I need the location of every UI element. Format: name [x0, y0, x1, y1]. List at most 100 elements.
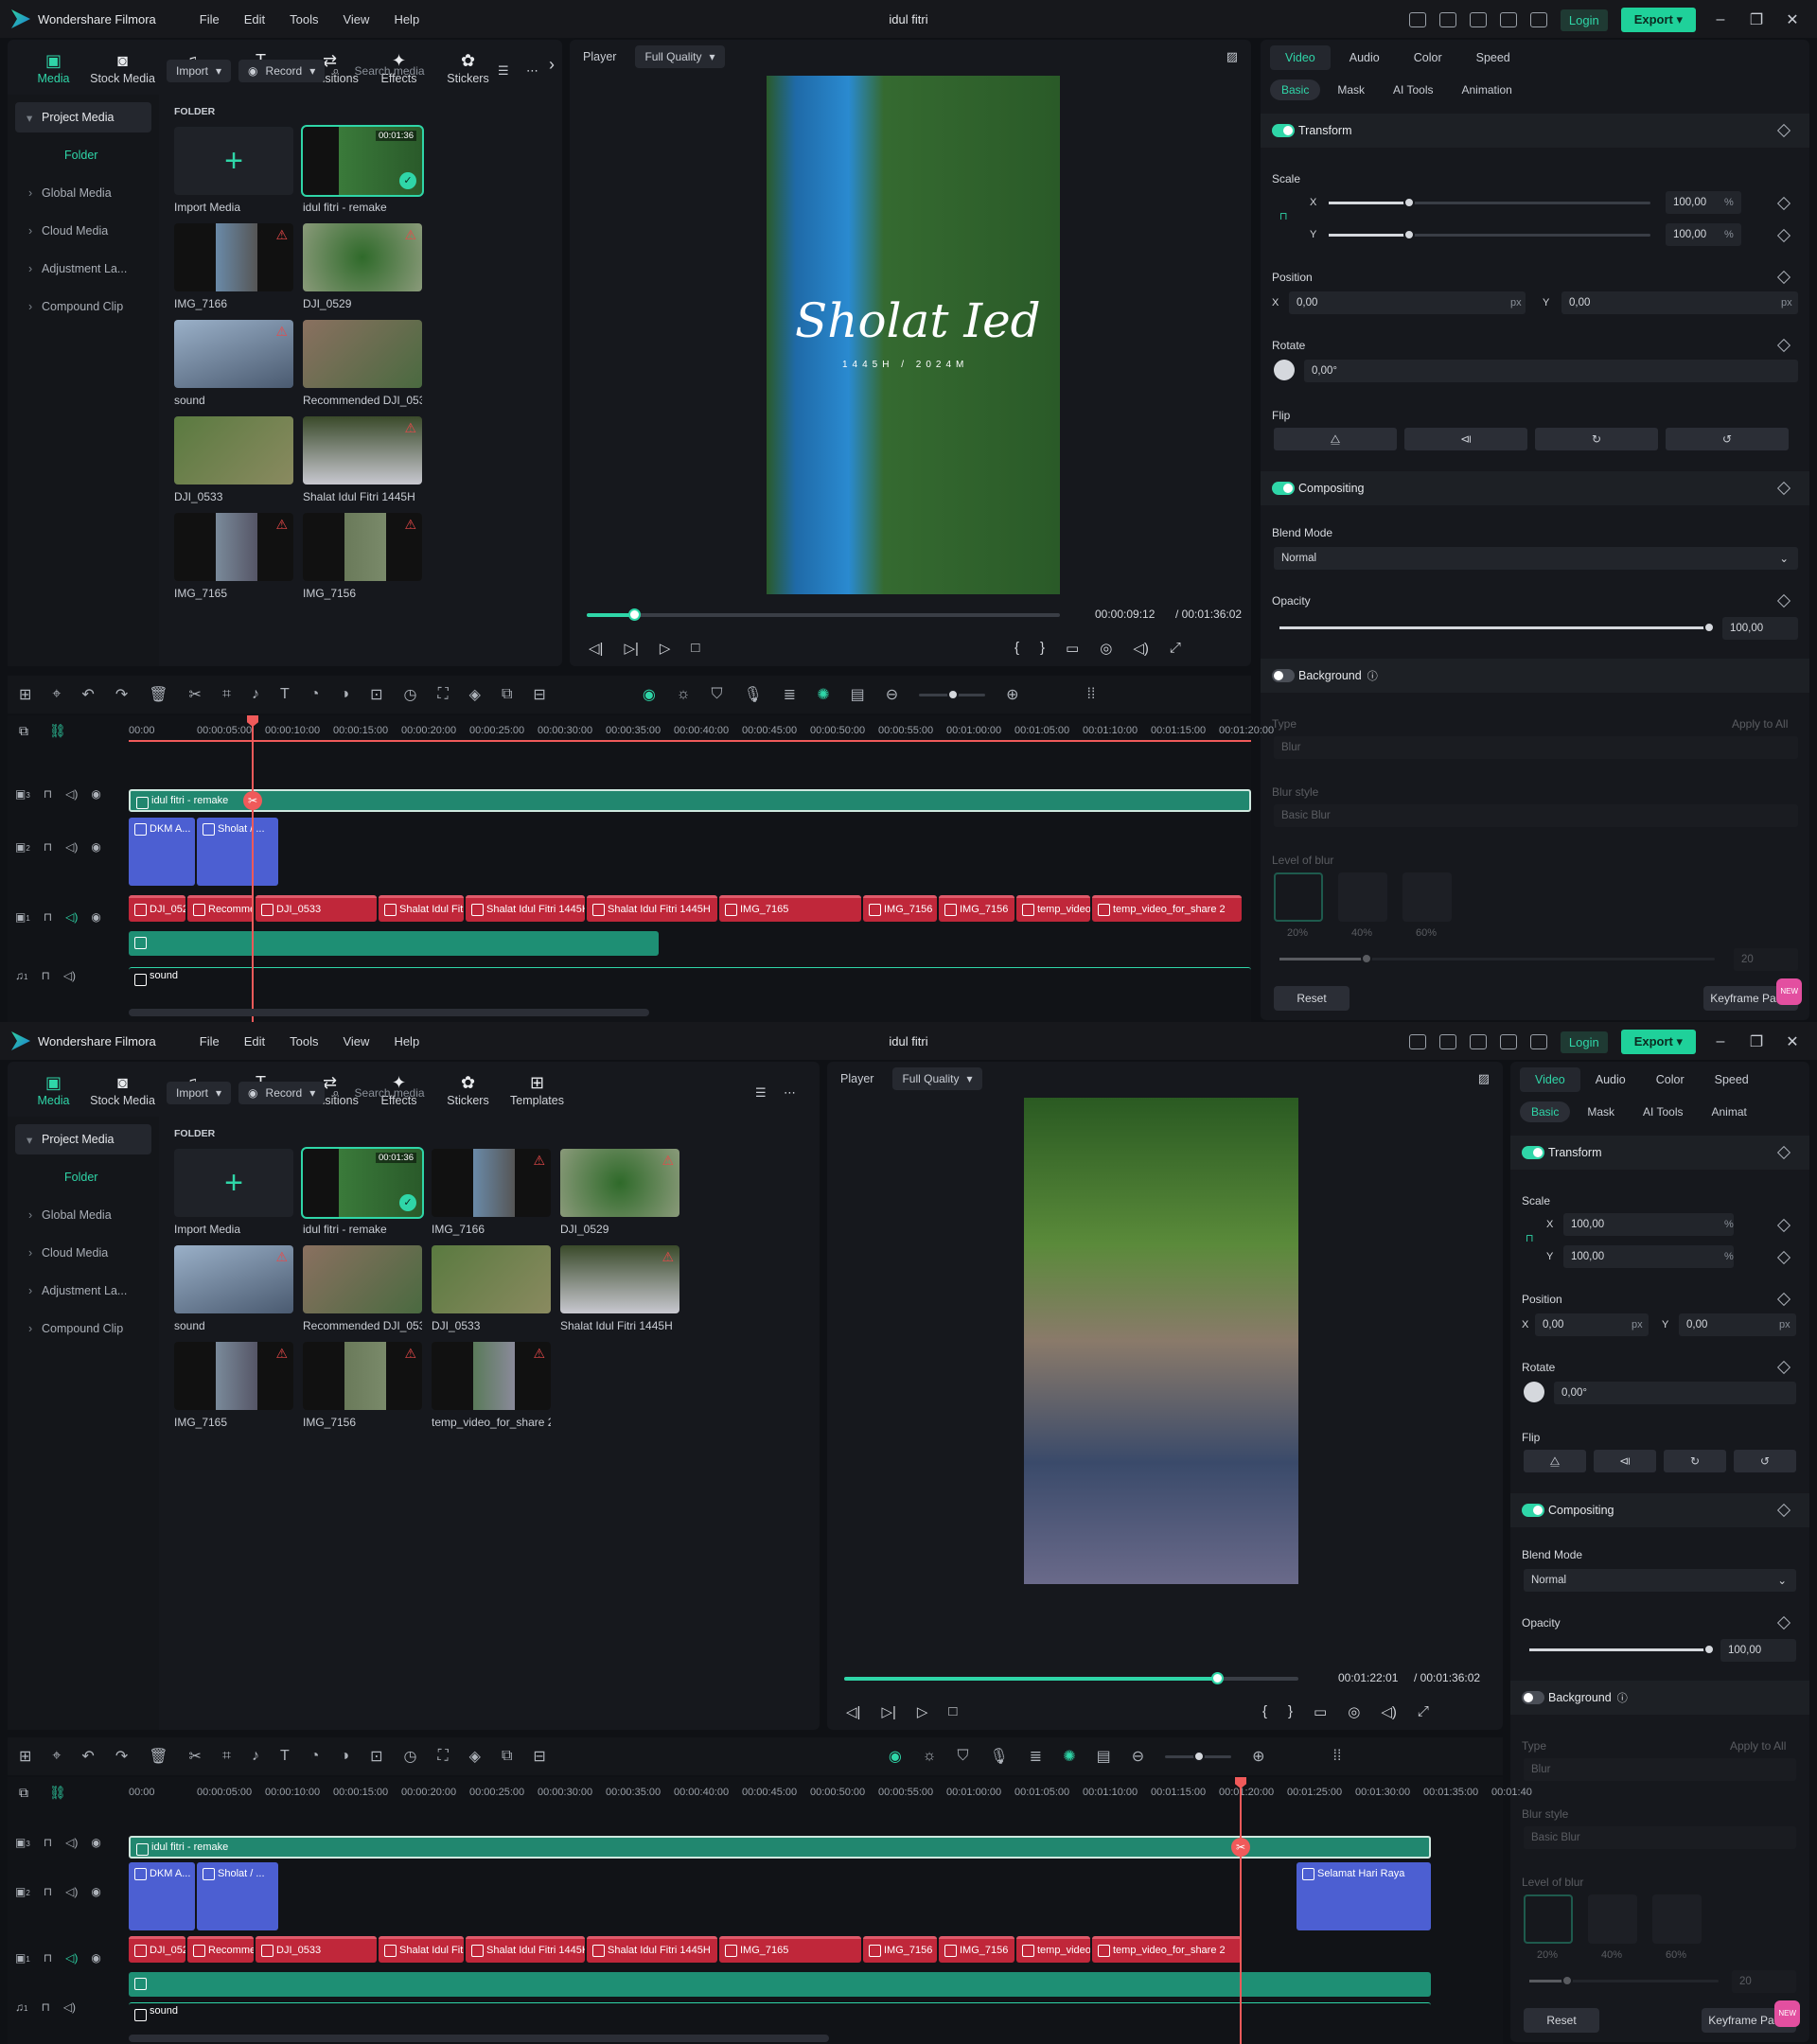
snap-icon[interactable]: ✺ [817, 685, 829, 704]
sidebar-item-compound-clip[interactable]: Compound Clip [8, 1310, 159, 1348]
quality-dropdown[interactable]: Full Quality ▾ [892, 1067, 982, 1090]
fullscreen-icon[interactable]: ⤢ [1418, 1703, 1429, 1720]
camera-icon[interactable]: ◎ [1100, 640, 1112, 657]
rotate-input[interactable]: 0,00° [1304, 360, 1798, 382]
zoom-out-icon[interactable]: ⊖ [886, 685, 898, 704]
volume-icon[interactable]: ◁) [1381, 1703, 1397, 1720]
subtab-basic[interactable]: Basic [1520, 1101, 1571, 1122]
playhead[interactable]: ✂ [243, 715, 262, 1022]
support-icon[interactable] [1499, 1034, 1517, 1049]
tab-media[interactable]: ▣ Media [19, 49, 88, 85]
select-tool-icon[interactable]: ⌖ [52, 686, 61, 703]
playhead-split-icon[interactable]: ✂ [243, 791, 262, 810]
sidebar-item-folder[interactable]: Folder [8, 136, 159, 174]
crop-icon[interactable]: ⌗ [222, 686, 231, 703]
keyframe-diamond-icon[interactable] [1776, 196, 1791, 211]
opacity-slider[interactable] [1279, 622, 1715, 633]
snapshot-view-icon[interactable]: ▨ [1478, 1071, 1490, 1086]
stabilize-icon[interactable]: ⊡ [370, 1747, 382, 1766]
import-dropdown[interactable]: Import ▾ [167, 60, 232, 82]
sidebar-item-project-media[interactable]: Project Media [15, 102, 151, 132]
media-item-recommended-dji-0538[interactable]: Recommended DJI_0538 [303, 320, 422, 407]
sidebar-item-adjustment-layer[interactable]: Adjustment La... [8, 250, 159, 288]
type-select[interactable]: Blur [1274, 736, 1798, 759]
redo-icon[interactable]: ↷ [115, 685, 128, 704]
clip-title-sholat[interactable]: Sholat / ... [197, 1862, 278, 1930]
sidebar-item-cloud-media[interactable]: Cloud Media [8, 212, 159, 250]
audio-edit-icon[interactable]: ♪ [252, 1748, 259, 1765]
fullscreen-icon[interactable]: ⤢ [1170, 640, 1181, 657]
slider-handle[interactable] [1193, 1750, 1206, 1762]
blur-level-slider[interactable] [1529, 1975, 1719, 1986]
layout-grid-icon[interactable]: ⊞ [19, 685, 31, 704]
split-icon[interactable]: ✂ [189, 1747, 202, 1766]
snapshot-view-icon[interactable]: ▨ [1226, 49, 1238, 64]
speaker-icon[interactable]: ◁) [65, 1885, 78, 1898]
close-icon[interactable]: ✕ [1781, 1032, 1804, 1051]
tab-stock-media[interactable]: ◙ Stock Media [88, 1071, 157, 1107]
position-x-input[interactable]: 0,00 [1289, 291, 1526, 314]
close-icon[interactable]: ✕ [1781, 10, 1804, 29]
sidebar-item-compound-clip[interactable]: Compound Clip [8, 288, 159, 326]
record-dropdown[interactable]: ◉ Record ▾ [238, 60, 326, 82]
speaker-icon[interactable]: ◁) [63, 969, 76, 982]
prev-frame-icon[interactable]: ◁| [846, 1703, 860, 1720]
opacity-input[interactable]: 100,00 [1720, 1639, 1796, 1662]
subtab-ai-tools[interactable]: AI Tools [1382, 79, 1444, 100]
subtitle-icon[interactable]: ▤ [1097, 1747, 1111, 1766]
media-item-idul-fitri-remake[interactable]: 00:01:36 ✓ idul fitri - remake [301, 125, 424, 214]
blur-level-60[interactable] [1652, 1894, 1702, 1944]
clip-video-track-1[interactable]: Shalat Idul Fitri 1445H [466, 895, 585, 922]
blur-level-40[interactable] [1588, 1894, 1637, 1944]
audio-edit-icon[interactable]: ♪ [252, 686, 259, 703]
scale-y-input[interactable]: 100,00 [1563, 1245, 1734, 1268]
flip-vertical-button[interactable]: ⧏ [1404, 428, 1527, 450]
mark-out-icon[interactable]: } [1040, 640, 1045, 657]
save-icon[interactable] [1438, 12, 1456, 27]
speaker-icon[interactable]: ◁) [65, 910, 78, 924]
speaker-icon[interactable]: ◁) [63, 2000, 76, 2014]
sun-icon[interactable]: ☼ [923, 1748, 937, 1765]
help-icon[interactable]: ⓘ [1617, 1690, 1628, 1705]
slider-handle[interactable] [947, 688, 960, 700]
subtab-animation[interactable]: Animat [1700, 1101, 1757, 1122]
media-item-dji-0529[interactable]: ⚠ DJI_0529 [303, 223, 422, 310]
clip-video-track-1[interactable]: IMG_7156 [939, 895, 1014, 922]
speed-icon[interactable]: ◔ [310, 686, 320, 703]
playhead-split-icon[interactable]: ✂ [1231, 1838, 1250, 1857]
clip-title-sholat[interactable]: Sholat / ... [197, 818, 278, 886]
opacity-input[interactable]: 100,00 [1722, 617, 1798, 640]
media-item-shalat-idul-fitri[interactable]: ⚠ Shalat Idul Fitri 1445H [560, 1245, 679, 1332]
sun-icon[interactable]: ☼ [677, 686, 691, 703]
media-item-img-7156[interactable]: ⚠ IMG_7156 [303, 513, 422, 600]
clip-video-track-1[interactable]: Shalat Idul Fitri [379, 895, 464, 922]
reset-button[interactable]: Reset [1524, 2008, 1599, 2033]
zoom-fit-icon[interactable]: ⛶ [437, 686, 448, 703]
keyframe-diamond-icon[interactable] [1776, 481, 1791, 496]
menu-tools[interactable]: Tools [290, 12, 318, 26]
more-options-icon[interactable]: ⋯ [784, 1085, 796, 1101]
timeline-scrollbar[interactable] [129, 1009, 649, 1016]
time-ruler[interactable]: 00:00 00:00:05:00 00:00:10:00 00:00:15:00 00… [129, 1777, 1532, 1809]
clip-video-track-1[interactable]: Recommended DJI_0538 [187, 895, 254, 922]
clip-video-track-1[interactable]: Shalat Idul Fitri 1445H [587, 1936, 717, 1963]
compositing-toggle[interactable] [1272, 482, 1295, 495]
mask-icon[interactable]: ◈ [469, 685, 481, 704]
stop-icon[interactable]: □ [948, 1703, 957, 1720]
layout-grid-icon[interactable]: ⊞ [19, 1747, 31, 1766]
menu-file[interactable]: File [200, 1034, 220, 1048]
eye-icon[interactable]: ◉ [91, 840, 100, 854]
clip-sound[interactable]: sound [129, 2002, 1431, 2023]
keyframe-diamond-icon[interactable] [1776, 1218, 1791, 1233]
subtab-animation[interactable]: Animation [1450, 79, 1523, 100]
transform-toggle[interactable] [1522, 1146, 1544, 1159]
flip-horizontal-button[interactable]: ⧋ [1274, 428, 1397, 450]
delete-icon[interactable]: 🗑 [149, 685, 168, 704]
seek-bar[interactable] [844, 1672, 1298, 1684]
speed-icon[interactable]: ◔ [310, 1748, 320, 1765]
tab-templates[interactable]: ⊞ Templates [503, 1071, 572, 1107]
detach-icon[interactable]: ⊟ [533, 1747, 545, 1766]
shield-icon[interactable]: ⛉ [711, 686, 722, 703]
layout-icon[interactable] [1408, 12, 1426, 27]
sidebar-item-cloud-media[interactable]: Cloud Media [8, 1234, 159, 1272]
